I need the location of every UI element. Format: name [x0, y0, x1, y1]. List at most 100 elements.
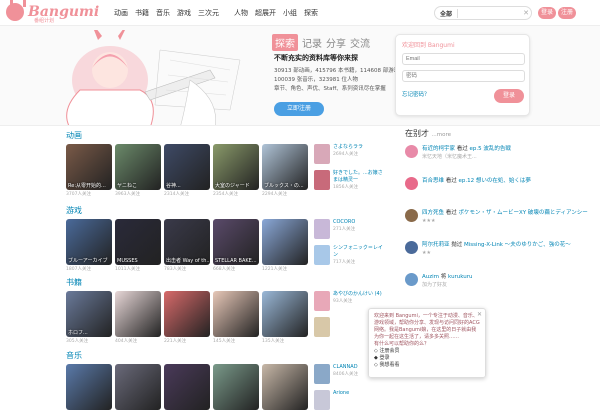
list-item-title: さよならララ — [333, 144, 364, 150]
subject-tile[interactable] — [66, 364, 112, 410]
subject-tile[interactable]: ヤニねこ — [115, 144, 161, 190]
popup-option-login[interactable]: ◆ 登录 — [374, 355, 480, 362]
subject-tile[interactable]: ブルックス・の... — [262, 144, 308, 190]
nav-item-person[interactable]: 人物 — [234, 8, 248, 18]
nav-item-group[interactable]: 小组 — [283, 8, 297, 18]
list-item-thumb — [314, 245, 330, 265]
subject-tile[interactable] — [164, 364, 210, 410]
activity-user[interactable]: Auzim — [422, 274, 439, 280]
hero-mascot-illustration — [66, 30, 241, 125]
search-box: 全部 ✕ — [434, 6, 532, 20]
subject-tile[interactable]: MUSSES — [115, 219, 161, 265]
activity-body: 四方死鱼 看过 ポケモン・ザ・ムービーXY 破壊の繭とディアンシー ★★★ — [422, 209, 588, 235]
list-item[interactable]: 好きでした。...お嬢さまは精灵一 1856人关注 — [314, 170, 384, 192]
avatar[interactable] — [405, 177, 418, 190]
email-field[interactable] — [402, 53, 525, 65]
list-item-text: 好きでした。...お嬢さまは精灵一 1856人关注 — [333, 170, 384, 192]
subject-tile[interactable] — [262, 364, 308, 410]
avatar[interactable] — [405, 273, 418, 286]
mascot-icon — [6, 0, 26, 21]
subject-tile[interactable]: ブルーアーカイブ — [66, 219, 112, 265]
subject-tile[interactable] — [213, 364, 259, 410]
login-button[interactable]: 登录 — [538, 7, 556, 19]
nav-item-explore[interactable]: 探索 — [304, 8, 318, 18]
popup-option-browse[interactable]: ◇ 我想看看 — [374, 362, 480, 369]
subject-tile[interactable]: ホロフ... — [66, 291, 112, 337]
section-title[interactable]: 动画 — [66, 130, 82, 141]
activity-user[interactable]: 四方死鱼 — [422, 210, 444, 216]
subject-tile-followers: 404人关注 — [115, 339, 138, 344]
list-item[interactable]: COCORO 271人关注 — [314, 219, 384, 241]
subject-tile[interactable] — [164, 291, 210, 337]
activity-action: 看过 — [445, 178, 457, 184]
section-title[interactable]: 书籍 — [66, 277, 82, 288]
section-title[interactable]: 游戏 — [66, 205, 82, 216]
subject-tile-wrap: ブルックス・の... 2294人关注 — [262, 144, 308, 197]
mascot-popup: ✕ 欢迎来到 Bangumi，一个专注于动漫、音乐、游戏领域，帮助你分享、发现与… — [368, 308, 486, 378]
popup-option-register[interactable]: ◇ 注册会员 — [374, 348, 480, 355]
nav-item-game[interactable]: 游戏 — [177, 8, 191, 18]
subject-tile[interactable] — [213, 291, 259, 337]
subject-tile[interactable]: STELLAR BAKE... — [213, 219, 259, 265]
nav-item-real[interactable]: 三次元 — [198, 8, 219, 18]
subject-tile-followers: 2354人关注 — [213, 192, 238, 197]
subject-tile[interactable]: 谷神... — [164, 144, 210, 190]
list-item-title: 好きでした。...お嬢さまは精灵一 — [333, 170, 383, 183]
search-input[interactable] — [458, 10, 521, 16]
section-title[interactable]: 音乐 — [66, 350, 82, 361]
list-item-followers: 8406人关注 — [333, 372, 358, 377]
avatar[interactable] — [405, 209, 418, 222]
subject-tile[interactable] — [115, 364, 161, 410]
activity-target[interactable]: ep.5 波乱的告戦 — [470, 146, 511, 152]
subject-tile[interactable]: 出击者 Way of th... — [164, 219, 210, 265]
list-item-thumb — [314, 291, 330, 311]
list-item[interactable]: シンフォニック＝レイン 717人关注 — [314, 245, 384, 267]
subject-tile[interactable] — [262, 291, 308, 337]
search-scope-select[interactable]: 全部 — [435, 8, 459, 18]
activity-item: 百合思维 看过 ep.12 想いの在処、始くは夢 — [405, 177, 595, 203]
nav-item-book[interactable]: 书籍 — [135, 8, 149, 18]
subject-tile-wrap — [164, 364, 210, 410]
register-button[interactable]: 注册 — [558, 7, 576, 19]
subject-grid: ホロフ... 305人关注 404人关注 221人关注 145人关注 135人关注 — [66, 291, 308, 344]
activity-user[interactable]: 百合思维 — [422, 178, 444, 184]
activity-user[interactable]: 有近的柯宇家 — [422, 146, 455, 152]
list-item[interactable]: さよならララ 2694人关注 — [314, 144, 384, 166]
subject-tile[interactable] — [262, 219, 308, 265]
list-item[interactable]: Arione — [314, 390, 384, 412]
nav-item-forum[interactable]: 超展开 — [255, 8, 276, 18]
close-icon[interactable]: ✕ — [477, 311, 482, 318]
list-item-followers: 2694人关注 — [333, 152, 358, 157]
nav-item-music[interactable]: 音乐 — [156, 8, 170, 18]
list-item-text: シンフォニック＝レイン 717人关注 — [333, 245, 384, 267]
password-field[interactable] — [402, 70, 525, 82]
login-submit-button[interactable]: 登录 — [494, 89, 524, 103]
list-item-thumb — [314, 170, 330, 190]
popup-option-label: 我想看看 — [379, 362, 400, 368]
subject-tile-wrap: 1221人关注 — [262, 219, 308, 272]
subject-tile[interactable] — [115, 291, 161, 337]
avatar[interactable] — [405, 241, 418, 254]
subject-tile-wrap — [262, 364, 308, 410]
nav-item-anime[interactable]: 动画 — [114, 8, 128, 18]
activity-target[interactable]: kurukuru — [448, 274, 473, 280]
clear-icon[interactable]: ✕ — [521, 8, 531, 18]
forgot-password-link[interactable]: 忘记密码？ — [402, 90, 430, 98]
subject-tile-title: 谷神... — [166, 183, 181, 189]
activity-target[interactable]: ep.12 想いの在処、始くは夢 — [459, 178, 531, 184]
activity-user[interactable]: 阿尔托莉亚 — [422, 242, 450, 248]
more-link[interactable]: ...more — [432, 132, 452, 138]
signup-button[interactable]: 立即注册 — [274, 102, 324, 116]
subject-tile-wrap: 谷神... 2314人关注 — [164, 144, 210, 197]
activity-target[interactable]: Missing-X-Link ～夫のゆりかご、強の花～ — [464, 242, 571, 248]
subject-tile-title: ブルックス・の... — [264, 183, 304, 189]
list-item-title: Arione — [333, 390, 350, 396]
subject-tile[interactable]: Re:从零开始的... — [66, 144, 112, 190]
list-item-thumb — [314, 219, 330, 239]
activity-target[interactable]: ポケモン・ザ・ムービーXY 破壊の繭とディアンシー — [459, 210, 588, 216]
popup-message: 欢迎来到 Bangumi，一个专注于动漫、音乐、游戏领域，帮助你分享、发现与访问… — [374, 313, 480, 340]
list-item-followers: 1856人关注 — [333, 185, 358, 190]
hero-stats-line: 章节、角色、声优、Staff、系列资讯尽在掌握 — [274, 86, 386, 92]
avatar[interactable] — [405, 145, 418, 158]
subject-tile[interactable]: 大室のジャード — [213, 144, 259, 190]
